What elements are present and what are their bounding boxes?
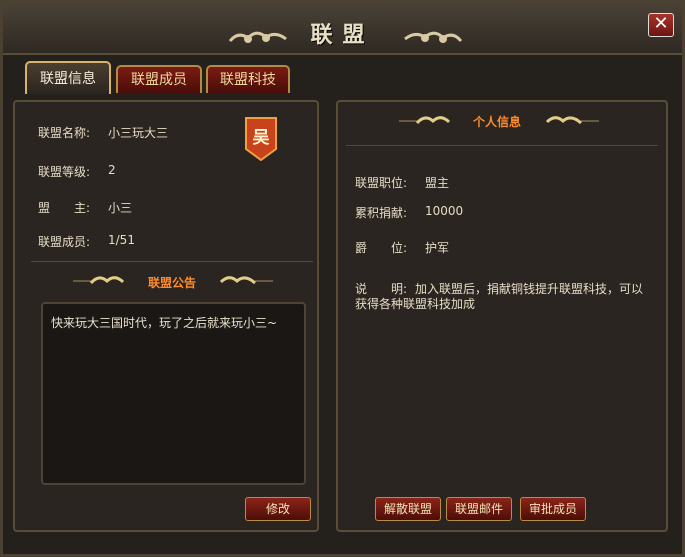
alliance-name-value: 小三玩大三 [108,126,169,140]
tab-alliance-members[interactable]: 联盟成员 [116,65,202,93]
personal-info-title: 个人信息 [472,115,521,129]
contribution-row: 累积捐献: 10000 [355,204,463,221]
alliance-level-label: 联盟等级: [38,165,91,179]
description-text-line2: 获得各种联盟科技加成 [355,297,476,311]
left-divider [31,261,313,262]
cloud-ornament-icon [219,276,273,285]
cloud-ornament-icon [404,31,463,43]
banner-emblem-icon: 吴 [245,117,277,162]
disband-alliance-button[interactable]: 解散联盟 [375,497,441,521]
rank-label: 爵 位: [355,241,408,255]
alliance-leader-label: 盟 主: [38,201,91,215]
position-row: 联盟职位: 盟主 [355,174,449,191]
close-button[interactable]: ✕ [648,13,674,37]
notice-text: 快来玩大三国时代，玩了之后就来玩小三~ [51,316,278,330]
position-label: 联盟职位: [355,176,408,190]
contribution-value: 10000 [425,204,464,218]
window-title: 联盟 [310,22,375,48]
alliance-mail-button[interactable]: 联盟邮件 [446,497,512,521]
notice-textarea[interactable]: 快来玩大三国时代，玩了之后就来玩小三~ [41,302,306,485]
alliance-level-value: 2 [108,163,116,177]
alliance-name-label: 联盟名称: [38,126,91,140]
alliance-level-row: 联盟等级: 2 [38,163,116,180]
emblem-character: 吴 [252,128,270,148]
alliance-leader-row: 盟 主: 小三 [38,199,132,216]
alliance-name-row: 联盟名称: 小三玩大三 [38,124,168,141]
cloud-ornament-icon [545,116,599,125]
alliance-members-value: 1/51 [108,233,135,247]
right-divider [346,145,658,146]
edit-button[interactable]: 修改 [245,497,311,521]
title-bar: 联盟 ✕ [3,3,682,55]
rank-row: 爵 位: 护军 [355,239,449,256]
alliance-window: 联盟 ✕ 联盟信息 联盟成员 联盟科技 联盟名称: 小三玩大三 联盟等级: 2 … [0,0,685,557]
tab-alliance-tech[interactable]: 联盟科技 [206,65,290,93]
alliance-leader-value: 小三 [108,201,133,215]
position-value: 盟主 [425,176,450,190]
notice-title: 联盟公告 [147,276,196,290]
cloud-ornament-icon [399,116,451,125]
alliance-members-label: 联盟成员: [38,235,91,249]
close-icon: ✕ [653,13,669,34]
rank-value: 护军 [425,241,450,255]
approve-members-button[interactable]: 审批成员 [520,497,586,521]
contribution-label: 累积捐献: [355,206,408,220]
tab-alliance-info[interactable]: 联盟信息 [25,61,111,94]
personal-info-panel [336,100,668,532]
alliance-members-row: 联盟成员: 1/51 [38,233,135,250]
cloud-ornament-icon [73,276,125,285]
